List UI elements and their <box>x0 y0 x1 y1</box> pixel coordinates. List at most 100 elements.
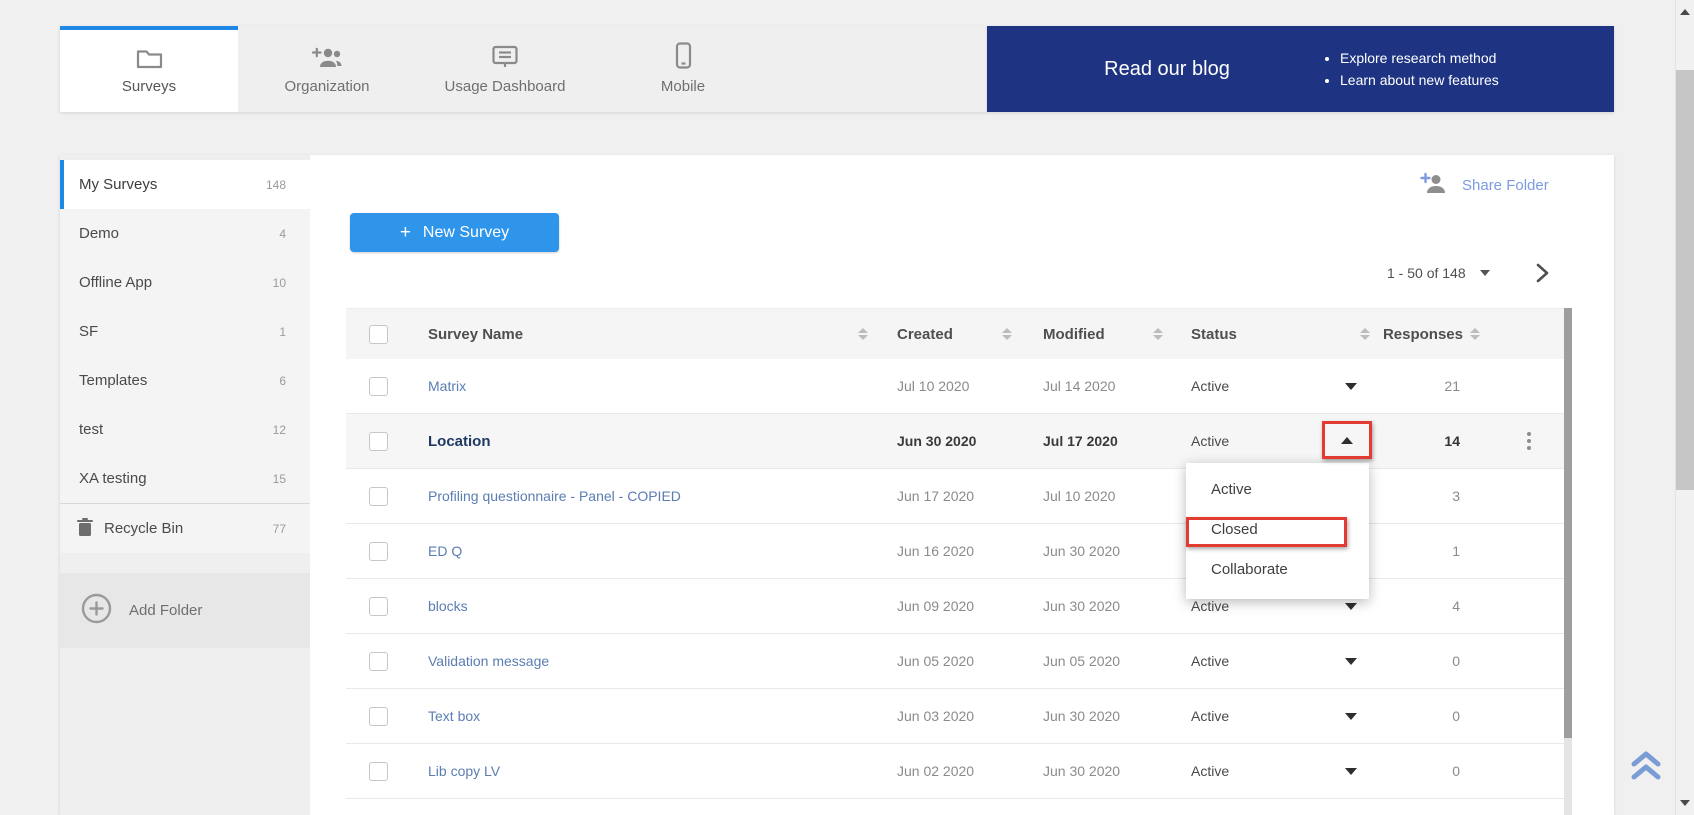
header-checkbox-cell <box>346 309 410 359</box>
checkbox-cell <box>346 377 410 396</box>
row-checkbox[interactable] <box>369 597 388 616</box>
sidebar-folder-demo[interactable]: Demo 4 <box>60 209 310 258</box>
row-checkbox[interactable] <box>369 542 388 561</box>
blog-banner[interactable]: Read our blog Explore research method Le… <box>987 26 1614 112</box>
table-scrollbar-thumb[interactable] <box>1564 308 1572 738</box>
folder-label: Templates <box>79 372 147 389</box>
sidebar-folder-templates[interactable]: Templates 6 <box>60 356 310 405</box>
group-add-icon <box>311 43 343 69</box>
status-value: Active <box>1191 763 1229 779</box>
folder-count: 4 <box>279 227 286 241</box>
tab-surveys[interactable]: Surveys <box>60 26 238 112</box>
modified-cell: Jun 30 2020 <box>1020 763 1170 779</box>
next-page-chevron-icon[interactable] <box>1536 263 1549 283</box>
row-checkbox[interactable] <box>369 432 388 451</box>
pagination-range: 1 - 50 of 148 <box>1387 265 1466 281</box>
survey-name-cell: Validation message <box>410 653 880 669</box>
created-cell: Jun 09 2020 <box>880 598 1020 614</box>
modified-cell: Jun 05 2020 <box>1020 653 1170 669</box>
share-folder-button[interactable]: Share Folder <box>1420 170 1549 200</box>
status-cell: Active <box>1170 653 1375 669</box>
folder-count: 12 <box>273 423 286 437</box>
created-cell: Jun 03 2020 <box>880 708 1020 724</box>
sidebar-folder-sf[interactable]: SF 1 <box>60 307 310 356</box>
sidebar-folder-offline-app[interactable]: Offline App 10 <box>60 258 310 307</box>
table-scrollbar[interactable] <box>1564 308 1572 815</box>
row-checkbox[interactable] <box>369 762 388 781</box>
survey-name-link[interactable]: Location <box>428 433 491 450</box>
sidebar-folder-test[interactable]: test 12 <box>60 405 310 454</box>
created-cell: Jun 02 2020 <box>880 763 1020 779</box>
status-option-active[interactable]: Active <box>1186 469 1369 509</box>
survey-name-link[interactable]: Profiling questionnaire - Panel - COPIED <box>428 488 681 504</box>
status-value: Active <box>1191 433 1229 449</box>
checkbox-cell <box>346 652 410 671</box>
created-cell: Jun 16 2020 <box>880 543 1020 559</box>
status-dropdown-caret-icon[interactable] <box>1345 603 1357 610</box>
table-row: Profiling questionnaire - Panel - COPIED… <box>346 469 1568 524</box>
tab-mobile[interactable]: Mobile <box>594 26 772 112</box>
back-to-top-icon[interactable] <box>1628 750 1664 787</box>
survey-name-link[interactable]: Text box <box>428 708 480 724</box>
table-row: Validation message Jun 05 2020 Jun 05 20… <box>346 634 1568 689</box>
folder-count: 10 <box>273 276 286 290</box>
recycle-bin-label: Recycle Bin <box>104 520 183 537</box>
table-header: Survey Name Created Modified Status Resp… <box>346 308 1568 359</box>
row-checkbox[interactable] <box>369 487 388 506</box>
survey-name-cell: Text box <box>410 708 880 724</box>
plus-icon: + <box>400 222 411 244</box>
plus-circle-icon <box>81 593 112 628</box>
annotation-highlight-caret <box>1322 421 1372 459</box>
trash-icon <box>77 518 93 540</box>
tab-label: Mobile <box>661 78 705 95</box>
status-dropdown-caret-icon[interactable] <box>1345 383 1357 390</box>
status-dropdown-caret-icon[interactable] <box>1345 658 1357 665</box>
status-dropdown-caret-icon[interactable] <box>1345 713 1357 720</box>
scrollbar-up-arrow-icon[interactable] <box>1680 9 1690 15</box>
created-cell: Jul 10 2020 <box>880 378 1020 394</box>
sort-icon[interactable] <box>1360 328 1370 340</box>
survey-name-cell: ED Q <box>410 543 880 559</box>
share-folder-label: Share Folder <box>1462 177 1549 194</box>
header-status: Status <box>1170 309 1375 359</box>
modified-cell: Jun 30 2020 <box>1020 543 1170 559</box>
pagination-caret-icon[interactable] <box>1480 270 1490 276</box>
status-option-collaborate[interactable]: Collaborate <box>1186 549 1369 589</box>
sidebar-folder-xa-testing[interactable]: XA testing 15 <box>60 454 310 503</box>
folder-count: 15 <box>273 472 286 486</box>
tab-organization[interactable]: Organization <box>238 26 416 112</box>
status-cell: Active <box>1170 708 1375 724</box>
tab-label: Surveys <box>122 78 176 95</box>
kebab-cell <box>1490 428 1568 454</box>
survey-name-cell: Lib copy LV <box>410 763 880 779</box>
new-survey-button[interactable]: + New Survey <box>350 213 559 252</box>
survey-name-link[interactable]: ED Q <box>428 543 462 559</box>
sort-icon[interactable] <box>1153 328 1163 340</box>
tab-usage-dashboard[interactable]: Usage Dashboard <box>416 26 594 112</box>
option-label: Collaborate <box>1211 561 1288 578</box>
row-checkbox[interactable] <box>369 652 388 671</box>
header-responses: Responses <box>1375 309 1490 359</box>
page-scrollbar[interactable] <box>1675 0 1694 815</box>
row-checkbox[interactable] <box>369 377 388 396</box>
sidebar-folder-my-surveys[interactable]: My Surveys 148 <box>60 160 310 209</box>
status-dropdown-caret-icon[interactable] <box>1345 768 1357 775</box>
sidebar-item-recycle-bin[interactable]: Recycle Bin 77 <box>60 504 310 553</box>
status-dropdown-open-caret-icon[interactable] <box>1341 437 1353 444</box>
column-label: Status <box>1191 326 1237 343</box>
select-all-checkbox[interactable] <box>369 325 388 344</box>
sort-icon[interactable] <box>858 328 868 340</box>
kebab-menu-icon[interactable] <box>1523 428 1535 454</box>
row-checkbox[interactable] <box>369 707 388 726</box>
sort-icon[interactable] <box>1002 328 1012 340</box>
scrollbar-down-arrow-icon[interactable] <box>1680 800 1690 806</box>
sort-icon[interactable] <box>1470 328 1480 340</box>
responses-cell: 0 <box>1375 763 1490 779</box>
page-scrollbar-thumb[interactable] <box>1676 70 1694 490</box>
survey-name-link[interactable]: Lib copy LV <box>428 763 500 779</box>
survey-name-link[interactable]: Validation message <box>428 653 549 669</box>
survey-name-link[interactable]: blocks <box>428 598 468 614</box>
add-folder-button[interactable]: Add Folder <box>60 573 310 648</box>
survey-name-link[interactable]: Matrix <box>428 378 466 394</box>
table-row: Location Jun 30 2020 Jul 17 2020 Active … <box>346 414 1568 469</box>
